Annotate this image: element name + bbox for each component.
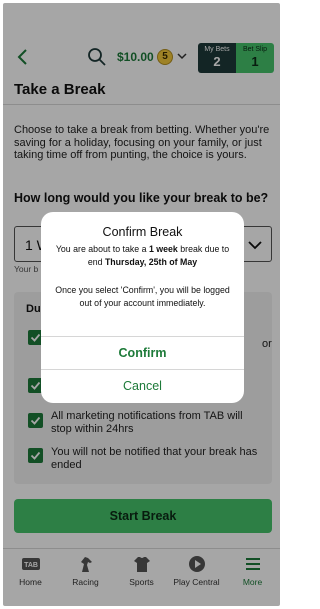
dialog-title: Confirm Break: [102, 225, 183, 239]
app-frame: $10.00 5 My Bets 2 Bet Slip 1 Take a Bre…: [3, 3, 280, 606]
dialog-logout-warning: Once you select 'Confirm', you will be l…: [55, 285, 230, 308]
confirm-break-dialog: Confirm Break You are about to take a 1 …: [41, 212, 244, 403]
dialog-message: You are about to take a 1 week break due…: [49, 243, 236, 269]
dialog-end-date: Thursday, 25th of May: [104, 257, 198, 267]
cancel-button[interactable]: Cancel: [41, 370, 244, 403]
dialog-duration: 1 week: [148, 244, 178, 254]
confirm-button[interactable]: Confirm: [41, 337, 244, 369]
dialog-message-pre: You are about to take a: [55, 244, 149, 254]
